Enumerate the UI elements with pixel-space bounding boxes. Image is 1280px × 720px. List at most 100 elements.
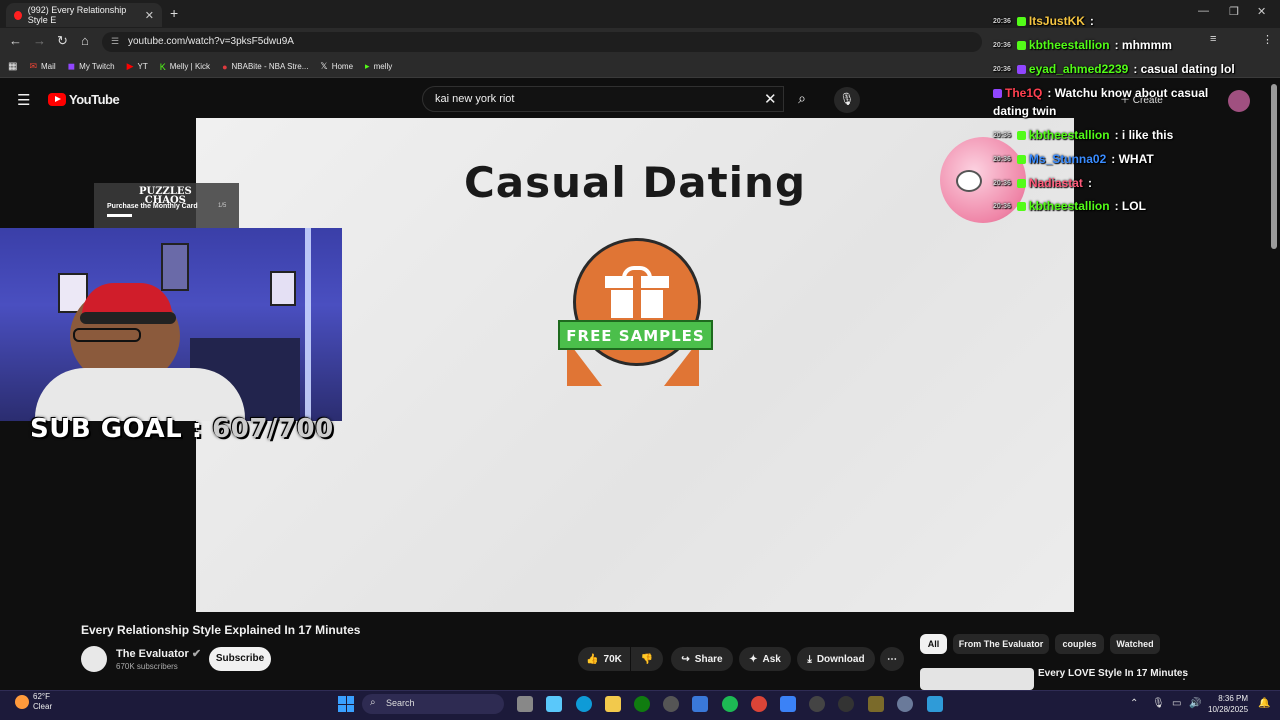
chat-message: The1Q: Watchu know about casual [993,86,1208,100]
like-count: 70K [603,653,622,665]
bookmark-melly-kick[interactable]: K Melly | Kick [160,62,210,72]
related-video-thumbnail[interactable] [920,668,1034,690]
chat-overlay: 20:36 ItsJustKK: 20:36 kbtheestallion: mhmm… [993,0,1280,240]
media-player-icon[interactable] [809,696,825,712]
bookmark-label: NBABite - NBA Stre... [231,62,309,71]
download-icon: ⤓ [807,653,812,665]
temperature: 62°F [33,692,50,701]
chat-message: 20:36 eyad_ahmed2239: casual dating lol [993,62,1235,76]
taskbar-search[interactable]: ⌕ Search [362,694,504,714]
task-view-icon[interactable] [517,696,533,712]
related-more-icon[interactable]: ⋮ [1178,668,1190,682]
chat-text: : Watchu know about casual [1047,86,1209,100]
date: 10/28/2025 [1208,705,1249,714]
clear-search-icon[interactable]: ✕ [764,90,777,108]
reload-icon[interactable]: ↻ [57,33,68,49]
channel-avatar[interactable] [81,646,107,672]
site-info-icon[interactable]: ☰ [111,36,119,47]
bookmark-yt[interactable]: ▶ YT [127,61,148,72]
chrome-icon[interactable] [751,696,767,712]
search-input[interactable]: kai new york riot [422,86,784,112]
copilot-icon[interactable] [546,696,562,712]
youtube-play-icon [48,93,66,106]
headset [80,312,176,324]
thumbs-up-icon: 👍 [586,653,599,665]
chat-message: 20:36 Nadiastat: [993,176,1092,190]
subscriber-count: 670K subscribers [116,662,178,671]
chat-text: : LOL [1114,199,1146,213]
network-icon[interactable]: ▭ [1172,698,1181,709]
new-tab-icon[interactable]: + [170,5,178,21]
microphone-icon[interactable]: 🎙 [1152,698,1165,709]
subscribe-button[interactable]: Subscribe [209,647,271,671]
settings-icon[interactable] [897,696,913,712]
download-button[interactable]: ⤓ Download [797,647,875,671]
app-icon[interactable] [663,696,679,712]
like-button[interactable]: 👍 70K [578,647,630,671]
chat-timestamp: 20:36 [993,202,1011,210]
volume-icon[interactable]: 🔊 [1189,698,1201,709]
notifications-icon[interactable]: 🔔 [1258,698,1270,709]
voice-search-icon[interactable]: 🎙 [834,87,860,113]
promo-page: 1/5 [218,203,227,209]
forward-icon[interactable]: → [33,33,46,48]
channel-name[interactable]: The Evaluator ✔ [116,647,201,660]
youtube-logo[interactable]: YouTube [48,92,120,107]
chat-username: kbtheestallion [1028,199,1110,213]
start-icon[interactable] [338,696,354,712]
system-clock[interactable]: 8:36 PM 10/28/2025 [1208,693,1248,715]
weather-widget[interactable]: 62°F Clear [15,692,52,712]
bookmark-label: Mail [41,62,56,71]
chip-all[interactable]: All [920,634,947,654]
hamburger-menu-icon[interactable]: ☰ [17,91,30,109]
bookmark-label: Melly | Kick [169,62,211,71]
related-video-title[interactable]: Every LOVE Style In 17 Minutes [1038,668,1188,679]
bookmark-mail[interactable]: ✉ Mail [29,61,55,72]
scrollbar[interactable] [1271,84,1277,249]
chip-couples[interactable]: couples [1055,634,1104,654]
browser-tab[interactable]: (992) Every Relationship Style E ✕ [6,3,162,27]
bookmark-melly[interactable]: ▸ melly [365,61,392,72]
bookmark-my-twitch[interactable]: ◼ My Twitch [68,61,115,72]
search-button[interactable]: ⌕ [784,86,820,112]
url-field[interactable]: ☰ youtube.com/watch?v=3pksF5dwu9A [102,32,982,52]
more-actions-icon[interactable]: ⋯ [880,647,904,671]
ask-button[interactable]: ✦ Ask [739,647,791,671]
app-icon[interactable] [868,696,884,712]
sub-goal-overlay: SUB GOAL : 607/700 [30,414,334,444]
edge-icon[interactable] [576,696,592,712]
webcam-feed [0,228,342,421]
kick-icon [1016,154,1026,164]
apps-icon[interactable]: ▦ [8,61,17,72]
home-icon[interactable]: ⌂ [81,33,89,48]
chat-message: 20:36 ItsJustKK: [993,14,1094,28]
weather-icon [15,695,29,709]
store-icon[interactable] [692,696,708,712]
thumbs-down-icon: 👎 [640,653,654,665]
share-button[interactable]: ↪ Share [671,647,733,671]
back-icon[interactable]: ← [9,33,22,48]
chip-from-channel[interactable]: From The Evaluator [953,634,1049,654]
xbox-icon[interactable] [634,696,650,712]
app-icon[interactable] [927,696,943,712]
kick-icon [1016,201,1026,211]
gift-icon [605,266,669,318]
obs-icon[interactable] [838,696,854,712]
photos-icon[interactable] [780,696,796,712]
tray-chevron-icon[interactable]: ⌃ [1130,698,1138,709]
spotify-icon[interactable] [722,696,738,712]
wall-poster [161,243,189,291]
twitch-icon: ◼ [67,61,76,71]
dislike-button[interactable]: 👎 [631,647,663,671]
chat-message: 20:36 kbtheestallion : LOL [993,199,1146,213]
chip-watched[interactable]: Watched [1110,634,1160,654]
bookmark-home[interactable]: 𝕏 Home [320,61,353,72]
chat-username: kbtheestallion [1028,38,1110,52]
chat-message: 20:36 Ms_Stunna02: WHAT [993,152,1154,166]
bookmark-nbabite[interactable]: ● NBABite - NBA Stre... [222,62,308,72]
file-explorer-icon[interactable] [605,696,621,712]
close-tab-icon[interactable]: ✕ [145,9,154,22]
chat-username: ItsJustKK [1028,14,1085,28]
verified-icon: ✔ [191,648,202,660]
chat-message: dating twin [993,104,1056,118]
